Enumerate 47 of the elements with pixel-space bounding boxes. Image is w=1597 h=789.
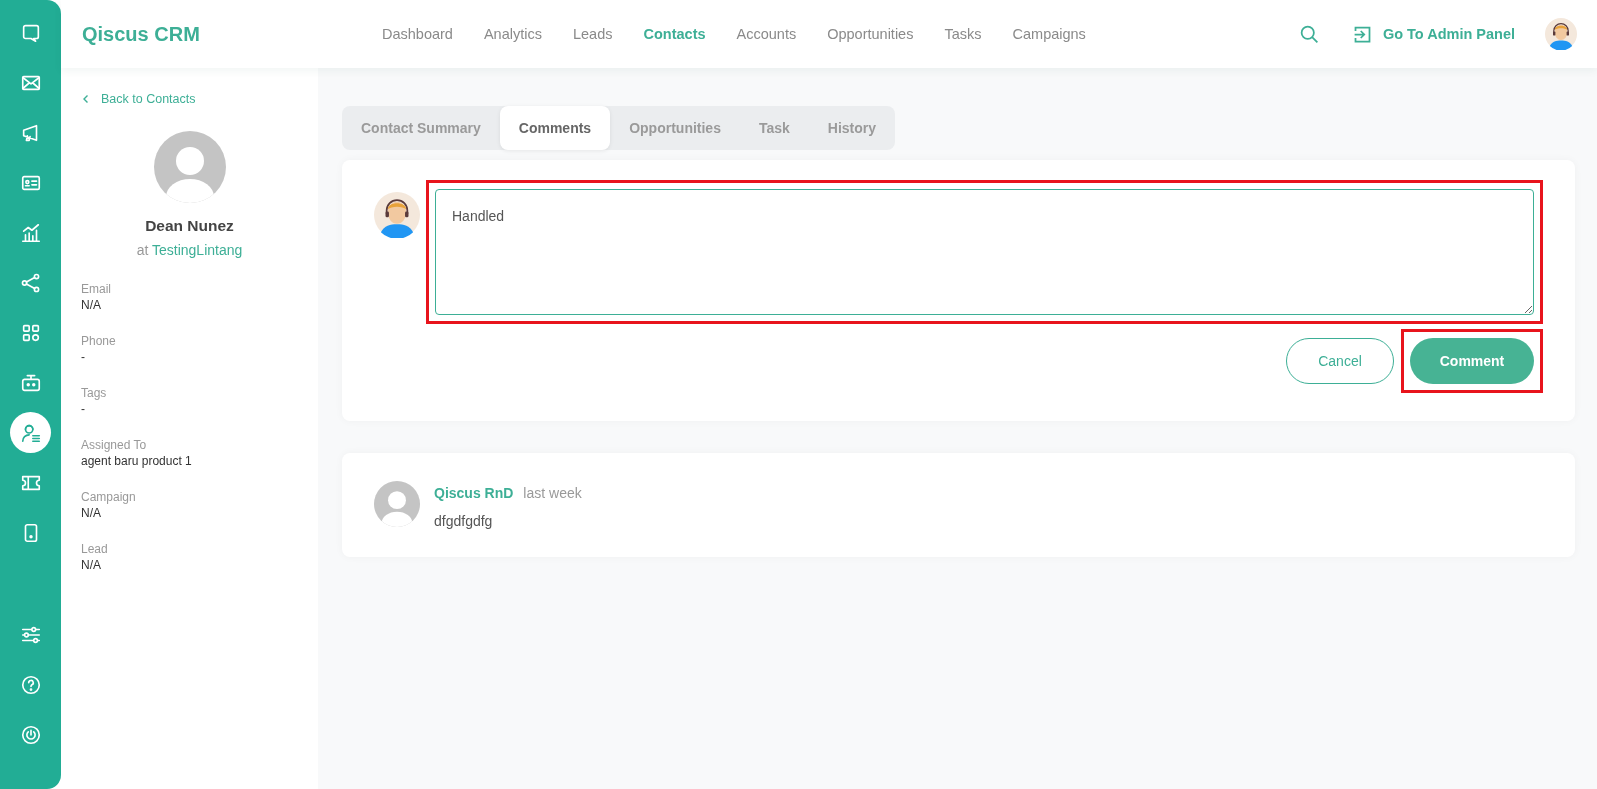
field-value: agent baru product 1 [81,454,193,468]
field-value: N/A [81,506,102,520]
field-value: - [81,350,86,364]
contact-name: Dean Nunez [145,217,234,235]
comment-button[interactable]: Comment [1410,338,1534,384]
chevron-left-icon [81,94,91,104]
comment-input[interactable]: Handled [435,189,1534,315]
field-label: Campaign [81,490,137,504]
brand-title: Qiscus CRM [82,22,201,46]
nav-link[interactable]: Leads [572,26,613,42]
field-label: Lead [81,542,109,556]
field-label: Tags [81,386,108,400]
author-avatar [374,481,420,527]
user-avatar [1545,18,1577,50]
comment-time: last week [523,485,582,501]
field-value: N/A [81,558,102,572]
nav-link[interactable]: Accounts [736,26,797,42]
tab[interactable]: History [808,106,896,150]
search-icon[interactable] [1298,23,1320,45]
share-icon [19,271,42,294]
nav-link[interactable]: Contacts [643,26,706,42]
nav-link[interactable]: Opportunities [827,26,914,42]
field-label: Phone [81,334,117,348]
power-icon [19,723,42,746]
help-icon [19,673,42,696]
nav-link[interactable]: Analytics [483,26,542,42]
field-label: Email [81,282,112,296]
company-prefix: at [136,242,149,258]
comment-text: dfgdfgdfg [434,513,494,529]
nav-link[interactable]: Tasks [944,26,982,42]
rail-button[interactable] [10,412,51,453]
company-link[interactable]: TestingLintang [152,242,243,258]
back-link[interactable]: Back to Contacts [81,92,298,106]
field-value: - [81,402,86,416]
tab[interactable]: Opportunities [610,106,740,150]
chart-icon [19,221,42,244]
admin-panel-link[interactable]: Go To Admin Panel [1351,23,1515,45]
field-label: Assigned To [81,438,148,452]
nav-link[interactable]: Dashboard [382,26,453,42]
cancel-button[interactable]: Cancel [1286,338,1394,384]
tab[interactable]: Contact Summary [342,106,500,150]
agent-avatar [374,192,420,238]
tab[interactable]: Task [739,106,809,150]
comment-author: Qiscus RnD [434,485,514,501]
tab[interactable]: Comments [499,106,611,150]
field-value: N/A [81,298,102,312]
nav-link[interactable]: Campaigns [1012,26,1086,42]
